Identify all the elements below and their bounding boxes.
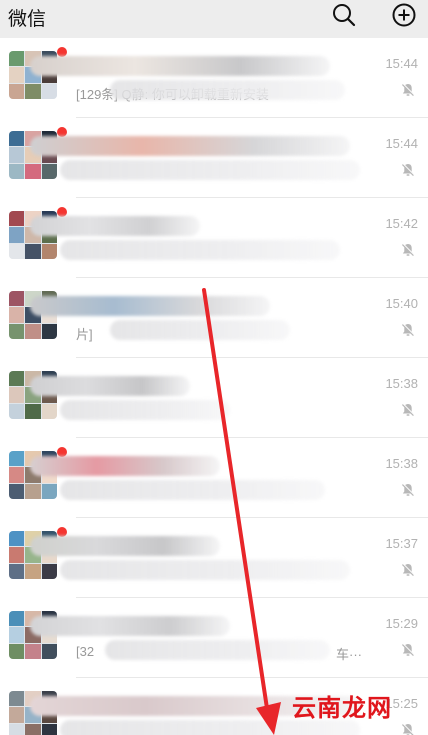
blurred-name bbox=[30, 456, 220, 476]
avatar-tile bbox=[9, 163, 25, 179]
avatar-tile bbox=[41, 563, 57, 579]
avatar-tile bbox=[9, 387, 25, 403]
blurred-preview bbox=[60, 400, 230, 420]
avatar-tile bbox=[41, 83, 57, 99]
avatar-tile bbox=[9, 531, 25, 547]
avatar-tile bbox=[9, 51, 25, 67]
avatar-tile bbox=[9, 243, 25, 259]
avatar-tile bbox=[41, 403, 57, 419]
avatar-tile bbox=[41, 323, 57, 339]
avatar-tile bbox=[9, 451, 25, 467]
blurred-preview bbox=[105, 640, 330, 660]
avatar-tile bbox=[9, 211, 25, 227]
chat-row[interactable]: 15:38 bbox=[0, 358, 428, 438]
blurred-preview bbox=[110, 320, 290, 340]
chat-row[interactable]: [32 车··· 15:29 bbox=[0, 598, 428, 678]
chat-time: 15:38 bbox=[385, 376, 418, 391]
blurred-name bbox=[30, 56, 330, 76]
avatar-tile bbox=[41, 243, 57, 259]
chat-row[interactable]: 15:37 bbox=[0, 518, 428, 598]
avatar-tile bbox=[9, 643, 25, 659]
avatar-tile bbox=[9, 691, 25, 707]
avatar-tile bbox=[9, 723, 25, 735]
avatar-tile bbox=[9, 611, 25, 627]
blurred-preview bbox=[60, 480, 325, 500]
avatar-tile bbox=[9, 707, 25, 723]
mute-bell-icon bbox=[402, 403, 415, 416]
chat-time: 15:37 bbox=[385, 536, 418, 551]
blurred-name bbox=[30, 616, 230, 636]
blurred-name bbox=[30, 296, 270, 316]
avatar-tile bbox=[41, 643, 57, 659]
avatar-tile bbox=[41, 483, 57, 499]
blurred-preview bbox=[60, 160, 360, 180]
avatar-tile bbox=[25, 243, 41, 259]
mute-bell-icon bbox=[402, 323, 415, 336]
chat-preview: 片] bbox=[76, 327, 93, 342]
blurred-preview bbox=[60, 240, 340, 260]
app-title: 微信 bbox=[8, 9, 47, 30]
avatar-tile bbox=[9, 291, 25, 307]
avatar-tile bbox=[25, 563, 41, 579]
avatar-tile bbox=[25, 643, 41, 659]
avatar-tile bbox=[9, 147, 25, 163]
mute-bell-icon bbox=[402, 563, 415, 576]
plus-circle-icon[interactable] bbox=[391, 2, 417, 28]
avatar-tile bbox=[25, 403, 41, 419]
avatar-tile bbox=[9, 547, 25, 563]
avatar-tile bbox=[9, 131, 25, 147]
chat-time: 15:38 bbox=[385, 456, 418, 471]
mute-bell-icon bbox=[402, 483, 415, 496]
mute-bell-icon bbox=[402, 723, 415, 735]
avatar-tile bbox=[9, 563, 25, 579]
avatar-tile bbox=[9, 467, 25, 483]
chat-row[interactable]: [129条] Q静: 你可以卸载重新安装15:44 bbox=[0, 38, 428, 118]
avatar-tile bbox=[41, 723, 57, 735]
blurred-name bbox=[30, 136, 350, 156]
avatar-tile bbox=[41, 163, 57, 179]
mute-bell-icon bbox=[402, 83, 415, 96]
chat-time: 15:44 bbox=[385, 56, 418, 71]
chat-row[interactable]: 15:42 bbox=[0, 198, 428, 278]
chat-preview-tail: 车··· bbox=[336, 647, 362, 662]
watermark: 云南龙网 bbox=[292, 693, 392, 722]
avatar-tile bbox=[9, 67, 25, 83]
mute-bell-icon bbox=[402, 163, 415, 176]
avatar-tile bbox=[9, 483, 25, 499]
avatar-tile bbox=[25, 323, 41, 339]
blurred-preview bbox=[110, 80, 345, 100]
avatar-tile bbox=[9, 323, 25, 339]
avatar-tile bbox=[25, 723, 41, 735]
avatar-tile bbox=[9, 307, 25, 323]
avatar-tile bbox=[25, 163, 41, 179]
blurred-name bbox=[30, 376, 190, 396]
chat-list: [129条] Q静: 你可以卸载重新安装15:4415:4415:42片]15:… bbox=[0, 38, 428, 735]
avatar-tile bbox=[9, 371, 25, 387]
top-bar: 微信 bbox=[0, 0, 428, 38]
mute-bell-icon bbox=[402, 643, 415, 656]
avatar-tile bbox=[25, 483, 41, 499]
avatar-tile bbox=[9, 403, 25, 419]
chat-time: 15:40 bbox=[385, 296, 418, 311]
blurred-name bbox=[30, 216, 200, 236]
avatar-tile bbox=[9, 83, 25, 99]
chat-time: 15:44 bbox=[385, 136, 418, 151]
chat-row[interactable]: 15:44 bbox=[0, 118, 428, 198]
avatar-tile bbox=[9, 227, 25, 243]
chat-time: 15:42 bbox=[385, 216, 418, 231]
chat-row[interactable]: 15:38 bbox=[0, 438, 428, 518]
chat-row[interactable]: 片] 15:40 bbox=[0, 278, 428, 358]
avatar-tile bbox=[25, 83, 41, 99]
chat-preview: [32 bbox=[76, 644, 95, 659]
blurred-preview bbox=[60, 560, 350, 580]
search-icon[interactable] bbox=[331, 2, 357, 28]
mute-bell-icon bbox=[402, 243, 415, 256]
chat-time: 15:29 bbox=[385, 616, 418, 631]
blurred-name bbox=[30, 536, 220, 556]
avatar-tile bbox=[9, 627, 25, 643]
